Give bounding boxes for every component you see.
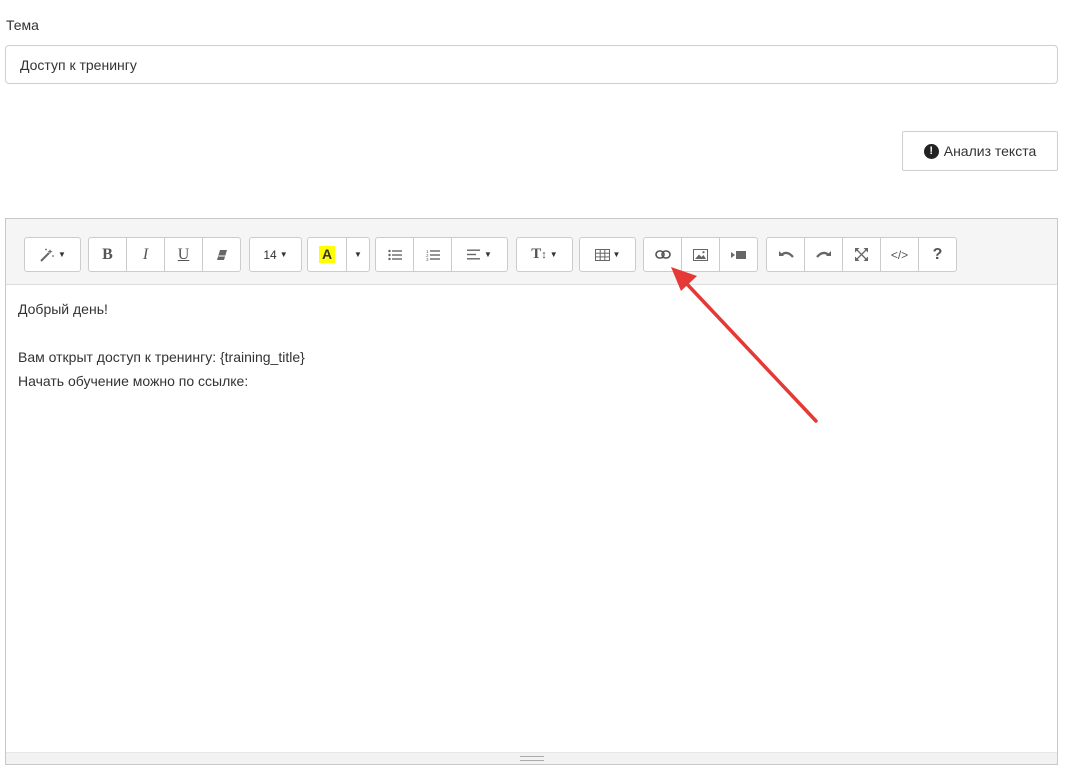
body-line: Вам открыт доступ к тренингу: {training_… (18, 349, 305, 365)
caret-down-icon: ▼ (279, 250, 288, 259)
undo-icon (778, 250, 794, 258)
exclamation-circle-icon: ! (923, 143, 939, 159)
analyze-text-button[interactable]: ! Анализ текста (902, 131, 1058, 171)
caret-down-icon: ▼ (354, 250, 362, 259)
table-dropdown-button[interactable]: ▼ (579, 237, 636, 272)
body-line-empty (18, 321, 1045, 345)
align-left-icon (467, 249, 481, 260)
bold-button[interactable]: B (88, 237, 127, 272)
caret-down-icon: ▼ (549, 250, 558, 259)
fullscreen-icon (855, 248, 868, 261)
style-dropdown-button[interactable]: ▼ (24, 237, 81, 272)
caret-down-icon: ▼ (58, 250, 66, 259)
redo-button[interactable] (804, 237, 843, 272)
rich-text-editor: ▼ B I U 14 ▼ A ▼ 1 2 3 ▼ T↕ ▼ ▼ </> ? До… (5, 218, 1058, 765)
editor-content[interactable]: Добрый день! Вам открыт доступ к тренинг… (18, 297, 1045, 393)
insert-image-button[interactable] (681, 237, 720, 272)
line-height-group: T↕ ▼ (516, 237, 573, 272)
paragraph-group: 1 2 3 ▼ (375, 237, 508, 272)
analyze-text-label: Анализ текста (943, 143, 1037, 159)
image-icon (693, 248, 708, 261)
font-size-dropdown[interactable]: 14 ▼ (249, 237, 302, 272)
video-icon (731, 250, 746, 259)
font-size-group: 14 ▼ (249, 237, 302, 272)
font-style-group: B I U (88, 237, 241, 272)
undo-button[interactable] (766, 237, 805, 272)
insert-group (643, 237, 758, 272)
table-group: ▼ (579, 237, 636, 272)
underline-button[interactable]: U (164, 237, 203, 272)
caret-down-icon: ▼ (612, 250, 621, 259)
align-dropdown-button[interactable]: ▼ (451, 237, 508, 272)
text-height-icon: T↕ (531, 246, 547, 262)
unordered-list-button[interactable] (375, 237, 414, 272)
misc-group: </> ? (766, 237, 957, 272)
color-group: A ▼ (307, 237, 370, 272)
body-line: Начать обучение можно по ссылке: (18, 373, 249, 389)
subject-label: Тема (6, 17, 39, 33)
help-icon: ? (932, 245, 943, 263)
editor-resize-bar[interactable] (6, 752, 1057, 764)
line-height-dropdown[interactable]: T↕ ▼ (516, 237, 573, 272)
magic-wand-icon (40, 248, 54, 262)
insert-link-button[interactable] (643, 237, 682, 272)
redo-icon (815, 250, 831, 258)
caret-down-icon: ▼ (484, 250, 492, 259)
link-icon (654, 250, 671, 259)
resize-handle-icon[interactable] (520, 756, 544, 761)
clear-format-button[interactable] (202, 237, 241, 272)
body-line: Добрый день! (18, 301, 108, 317)
highlight-letter-icon: A (318, 246, 336, 263)
style-group: ▼ (24, 237, 81, 272)
highlight-color-button[interactable]: A (307, 237, 347, 272)
subject-input[interactable] (5, 45, 1058, 84)
color-dropdown-button[interactable]: ▼ (346, 237, 370, 272)
font-size-value: 14 (263, 247, 277, 262)
unordered-list-icon (387, 249, 402, 260)
editor-toolbar: ▼ B I U 14 ▼ A ▼ 1 2 3 ▼ T↕ ▼ ▼ </> ? (6, 219, 1057, 285)
code-view-button[interactable]: </> (880, 237, 919, 272)
table-icon (594, 248, 610, 261)
italic-button[interactable]: I (126, 237, 165, 272)
ordered-list-icon: 1 2 3 (426, 249, 440, 261)
insert-video-button[interactable] (719, 237, 758, 272)
fullscreen-button[interactable] (842, 237, 881, 272)
code-icon: </> (890, 247, 909, 262)
ordered-list-button[interactable]: 1 2 3 (413, 237, 452, 272)
svg-text:3: 3 (426, 257, 429, 261)
eraser-icon (216, 249, 227, 260)
help-button[interactable]: ? (918, 237, 957, 272)
